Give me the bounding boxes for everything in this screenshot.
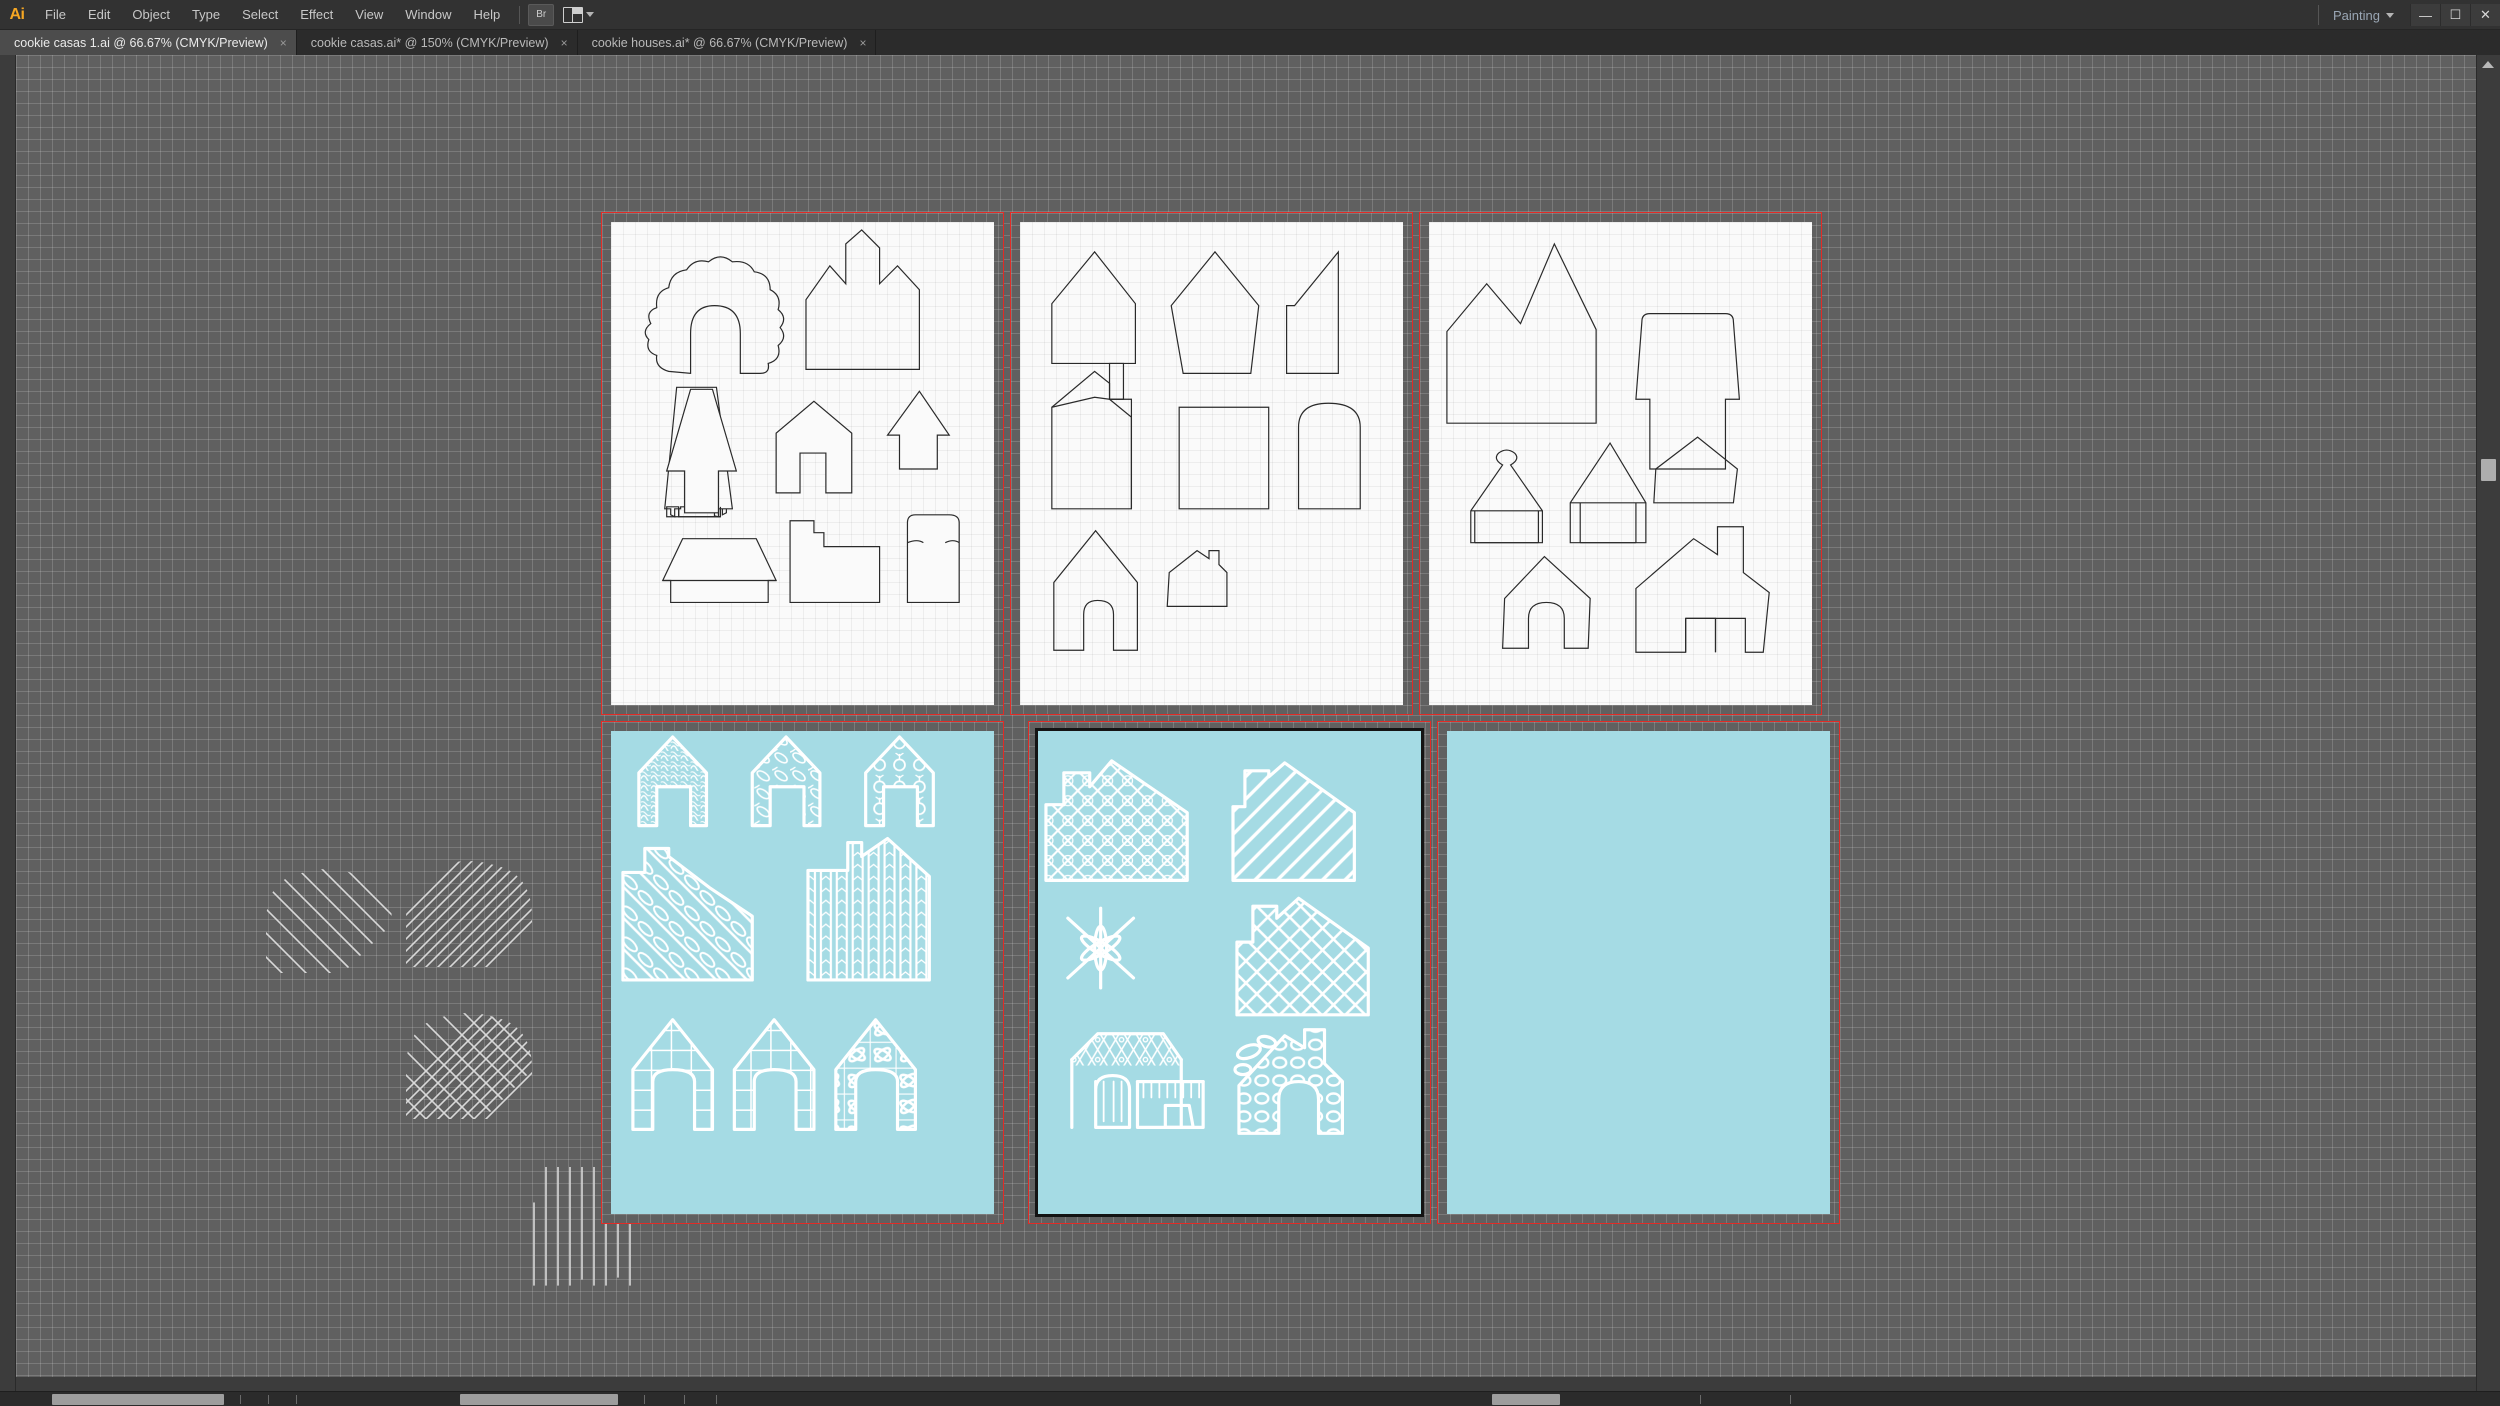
window-close-button[interactable]: ✕ [2470, 4, 2500, 26]
artboard-5-artwork [1038, 731, 1421, 1214]
illustrator-window: Ai File Edit Object Type Select Effect V… [0, 0, 2500, 1406]
menu-effect[interactable]: Effect [289, 0, 344, 30]
artboard-1-page[interactable] [611, 222, 994, 705]
arrange-documents-icon [563, 7, 583, 23]
strip-tick [644, 1395, 645, 1404]
strip-tick [1700, 1395, 1701, 1404]
strip-tick [684, 1395, 685, 1404]
artboard-5-page[interactable] [1038, 731, 1421, 1214]
artboard-5-patterned-houses[interactable] [1028, 721, 1431, 1224]
menu-bar-right: Painting — ☐ ✕ [2318, 0, 2500, 30]
artboard-2-page[interactable] [1020, 222, 1403, 705]
document-tab-cookie-casas[interactable]: cookie casas.ai* @ 150% (CMYK/Preview) × [297, 30, 578, 55]
artboard-2-outline-houses[interactable] [1010, 212, 1413, 715]
horizontal-scroll-thumb-mid[interactable] [460, 1394, 618, 1405]
artboard-6-artwork [1447, 731, 1830, 1214]
workspace-switcher[interactable]: Painting [2333, 8, 2380, 23]
illustrator-logo-icon: Ai [0, 0, 34, 30]
bridge-button[interactable]: Br [528, 4, 554, 26]
strip-tick [716, 1395, 717, 1404]
workspace-divider [2318, 5, 2319, 25]
strip-tick [1790, 1395, 1791, 1404]
document-tab-cookie-houses[interactable]: cookie houses.ai* @ 66.67% (CMYK/Preview… [578, 30, 877, 55]
window-minimize-button[interactable]: — [2410, 4, 2440, 26]
close-icon[interactable]: × [280, 36, 287, 50]
document-tab-bar: cookie casas 1.ai @ 66.67% (CMYK/Preview… [0, 30, 2500, 55]
menu-select[interactable]: Select [231, 0, 289, 30]
diagonal-hatch-swatch-left[interactable] [252, 863, 402, 983]
menu-help[interactable]: Help [462, 0, 511, 30]
menu-window[interactable]: Window [394, 0, 462, 30]
crosshatch-swatch[interactable] [394, 1007, 544, 1127]
artboard-1-artwork [611, 222, 994, 705]
artboard-4-artwork [611, 731, 994, 1214]
canvas-left-gutter [0, 55, 16, 1391]
workspace-chevron-down-icon[interactable] [2386, 13, 2394, 18]
artboard-3-artwork [1429, 222, 1812, 705]
close-icon[interactable]: × [859, 36, 866, 50]
star-flower [1068, 908, 1134, 988]
close-icon[interactable]: × [561, 36, 568, 50]
window-maximize-button[interactable]: ☐ [2440, 4, 2470, 26]
strip-tick [268, 1395, 269, 1404]
strip-tick [240, 1395, 241, 1404]
menu-file[interactable]: File [34, 0, 77, 30]
artboard-canvas[interactable] [16, 55, 2476, 1377]
document-canvas-area[interactable] [0, 55, 2500, 1391]
artboard-4-patterned-houses[interactable] [601, 721, 1004, 1224]
artboard-6-empty[interactable] [1437, 721, 1840, 1224]
chevron-down-icon [586, 12, 594, 17]
menu-view[interactable]: View [344, 0, 394, 30]
horizontal-scroll-thumb-left[interactable] [52, 1394, 224, 1405]
artboard-1-outline-houses[interactable] [601, 212, 1004, 715]
artboard-6-page[interactable] [1447, 731, 1830, 1214]
menu-divider [519, 6, 520, 24]
vertical-scroll-thumb[interactable] [2481, 459, 2496, 481]
bottom-status-strip[interactable] [0, 1391, 2500, 1406]
tab-label: cookie casas 1.ai @ 66.67% (CMYK/Preview… [14, 36, 268, 50]
tab-label: cookie houses.ai* @ 66.67% (CMYK/Preview… [592, 36, 848, 50]
menu-edit[interactable]: Edit [77, 0, 121, 30]
artboard-2-artwork [1020, 222, 1403, 705]
artboard-3-page[interactable] [1429, 222, 1812, 705]
menu-type[interactable]: Type [181, 0, 231, 30]
document-tab-cookie-casas-1[interactable]: cookie casas 1.ai @ 66.67% (CMYK/Preview… [0, 30, 297, 55]
menu-object[interactable]: Object [121, 0, 181, 30]
strip-tick [296, 1395, 297, 1404]
vertical-scrollbar[interactable] [2476, 55, 2500, 1391]
artboard-3-outline-houses[interactable] [1419, 212, 1822, 715]
arrange-documents-button[interactable] [560, 4, 597, 26]
diagonal-hatch-swatch-right[interactable] [394, 855, 544, 975]
menu-bar: Ai File Edit Object Type Select Effect V… [0, 0, 2500, 30]
horizontal-scroll-thumb-right[interactable] [1492, 1394, 1560, 1405]
artboard-4-page[interactable] [611, 731, 994, 1214]
tab-label: cookie casas.ai* @ 150% (CMYK/Preview) [311, 36, 549, 50]
scroll-up-arrow-icon[interactable] [2482, 61, 2494, 68]
